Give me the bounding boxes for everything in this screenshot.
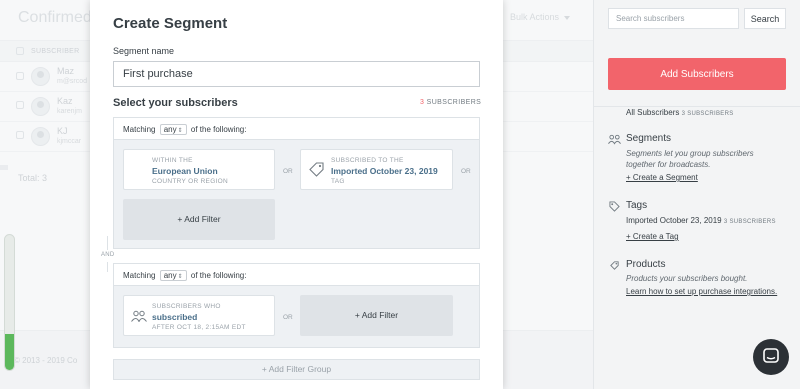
filter-group: Matching any⇕ of the following: WITHIN T… <box>113 117 480 249</box>
or-label: OR <box>283 314 293 321</box>
filter-card-subscribed[interactable]: SUBSCRIBERS WHO subscribed AFTER OCT 18,… <box>123 295 275 336</box>
select-subscribers-heading: Select your subscribers <box>113 97 238 109</box>
create-tag-link[interactable]: + Create a Tag <box>626 232 679 241</box>
bulk-actions-dropdown[interactable]: Bulk Actions <box>510 12 570 22</box>
filter-group-header: Matching any⇕ of the following: <box>114 118 479 140</box>
sidebar-divider <box>593 106 800 107</box>
subscriber-email: m@srcod <box>57 78 88 85</box>
matching-suffix: of the following: <box>190 271 247 280</box>
and-label: AND <box>101 252 115 258</box>
filter-card-bottom: TAG <box>331 178 345 185</box>
subscriber-count-label: SUBSCRIBERS <box>426 99 482 106</box>
create-segment-link[interactable]: + Create a Segment <box>626 173 698 182</box>
page-title: Confirmed <box>18 9 92 26</box>
modal-title: Create Segment <box>113 15 228 32</box>
select-arrow-icon: ⇕ <box>177 128 183 134</box>
all-subscribers-link[interactable]: All Subscribers 3 SUBSCRIBERS <box>626 108 734 117</box>
all-subscribers-count: 3 SUBSCRIBERS <box>681 111 734 117</box>
filter-card-bottom: AFTER OCT 18, 2:15AM EDT <box>152 324 246 331</box>
subscriber-count: 3 SUBSCRIBERS <box>420 99 481 106</box>
filter-group: Matching any⇕ of the following: SUBSCRIB… <box>113 263 480 348</box>
add-filter-button[interactable]: + Add Filter <box>123 199 275 240</box>
tag-icon <box>609 201 620 212</box>
matching-row: Matching any⇕ of the following: <box>123 270 246 281</box>
segments-icon <box>608 134 621 145</box>
select-arrow-icon: ⇕ <box>177 274 183 280</box>
user-avatar-icon <box>31 127 50 146</box>
filter-card-main: Imported October 23, 2019 <box>331 166 438 176</box>
segments-description-2: together for broadcasts. <box>626 160 711 169</box>
total-count: Total: 3 <box>18 173 48 183</box>
filter-card-main: subscribed <box>152 312 198 322</box>
column-header-subscriber: SUBSCRIBER <box>31 48 80 55</box>
subscriber-name: Kaz <box>57 96 73 106</box>
chat-button[interactable] <box>753 339 789 375</box>
matching-suffix: of the following: <box>190 125 247 134</box>
and-connector <box>107 262 108 272</box>
filter-group-header: Matching any⇕ of the following: <box>114 264 479 286</box>
add-filter-group-button[interactable]: + Add Filter Group <box>113 359 480 380</box>
filter-card-top: SUBSCRIBERS WHO <box>152 303 221 310</box>
all-subscribers-label: All Subscribers <box>626 108 680 117</box>
row-checkbox[interactable] <box>16 101 24 109</box>
row-checkbox[interactable] <box>16 131 24 139</box>
search-input[interactable] <box>608 8 739 29</box>
tag-name: Imported October 23, 2019 <box>626 216 722 225</box>
row-checkbox[interactable] <box>16 72 24 80</box>
chat-icon <box>763 348 779 363</box>
tag-filter-icon <box>309 162 324 177</box>
subscriber-name: KJ <box>57 126 68 136</box>
subscriber-email: kjmccar <box>57 138 82 145</box>
segment-name-input[interactable] <box>113 61 480 87</box>
products-icon <box>610 261 619 270</box>
subscriber-email: karenjm <box>57 108 82 115</box>
subscriber-count-number: 3 <box>420 99 425 106</box>
filter-card-main: European Union <box>152 166 218 176</box>
filter-card-top: SUBSCRIBED TO THE <box>331 157 404 164</box>
products-title: Products <box>626 259 666 270</box>
select-all-checkbox[interactable] <box>16 47 24 55</box>
matching-value: any <box>163 125 177 134</box>
horizontal-scrollbar[interactable] <box>0 165 8 170</box>
matching-label: Matching <box>123 271 156 280</box>
filter-card-bottom: COUNTRY OR REGION <box>152 178 229 185</box>
progress-bar <box>4 234 15 371</box>
tags-title: Tags <box>626 200 648 211</box>
user-avatar-icon <box>31 97 50 116</box>
subscribers-icon <box>131 310 147 322</box>
filter-card-top: WITHIN THE <box>152 157 193 164</box>
tag-item[interactable]: Imported October 23, 2019 3 SUBSCRIBERS <box>626 216 776 225</box>
matching-select[interactable]: any⇕ <box>159 270 187 281</box>
or-label: OR <box>283 168 293 175</box>
add-filter-button[interactable]: + Add Filter <box>300 295 453 336</box>
segments-title: Segments <box>626 133 672 144</box>
subscriber-name: Maz <box>57 66 75 76</box>
user-avatar-icon <box>31 67 50 86</box>
matching-label: Matching <box>123 125 156 134</box>
tag-count: 3 SUBSCRIBERS <box>723 219 776 225</box>
segment-name-label: Segment name <box>113 46 175 56</box>
copyright-text: © 2013 - 2019 Co <box>14 356 78 365</box>
and-connector <box>107 236 108 250</box>
matching-select[interactable]: any⇕ <box>159 124 187 135</box>
filter-card-country[interactable]: WITHIN THE European Union COUNTRY OR REG… <box>123 149 275 190</box>
matching-row: Matching any⇕ of the following: <box>123 124 246 135</box>
products-description: Products your subscribers bought. <box>626 274 748 283</box>
purchase-integrations-link[interactable]: Learn how to set up purchase integration… <box>626 287 777 296</box>
add-subscribers-button[interactable]: Add Subscribers <box>608 58 786 90</box>
progress-fill <box>5 333 14 370</box>
or-label: OR <box>461 168 471 175</box>
matching-value: any <box>163 271 177 280</box>
filter-card-tag[interactable]: SUBSCRIBED TO THE Imported October 23, 2… <box>300 149 453 190</box>
search-button[interactable]: Search <box>744 8 786 29</box>
